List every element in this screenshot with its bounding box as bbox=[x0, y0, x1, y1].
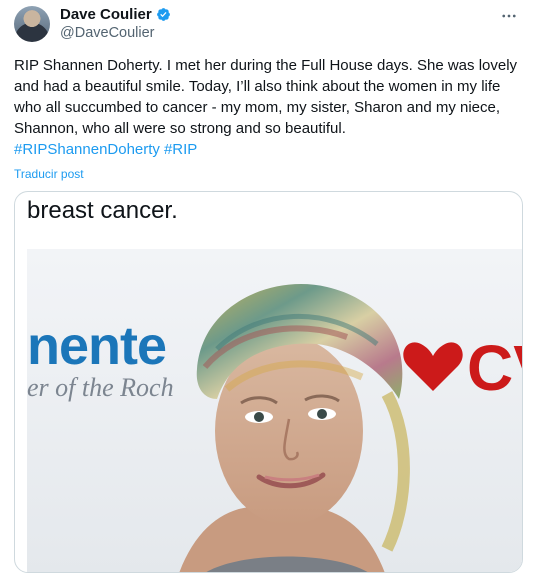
more-options-icon[interactable] bbox=[498, 6, 520, 26]
media-photo[interactable]: nente er of the Roch CV bbox=[27, 249, 522, 572]
heart-logo-icon bbox=[403, 342, 463, 391]
author-display-name[interactable]: Dave Coulier bbox=[60, 6, 152, 23]
tweet-body: RIP Shannen Doherty. I met her during th… bbox=[14, 57, 518, 137]
avatar[interactable] bbox=[14, 6, 50, 42]
media-caption: breast cancer. bbox=[27, 197, 178, 224]
verified-badge-icon bbox=[156, 8, 170, 21]
backdrop-sponsor-word: nente bbox=[27, 316, 167, 376]
backdrop-sponsor-subtitle: er of the Roch bbox=[27, 373, 174, 402]
author-handle[interactable]: @DaveCoulier bbox=[60, 25, 155, 41]
tweet-hashtags: #RIPShannenDoherty #RIP bbox=[14, 139, 529, 160]
backdrop-logo-text: CV bbox=[467, 332, 522, 404]
photo-illustration bbox=[27, 249, 522, 572]
hashtag-link[interactable]: #RIP bbox=[164, 141, 197, 158]
hashtag-link[interactable]: #RIPShannenDoherty bbox=[14, 141, 160, 158]
tweet-text: RIP Shannen Doherty. I met her during th… bbox=[14, 55, 529, 160]
media-card[interactable]: breast cancer. nente er of the Roch C bbox=[14, 191, 523, 573]
author-name-row: Dave Coulier bbox=[60, 6, 171, 23]
translate-post-link[interactable]: Traducir post bbox=[14, 167, 84, 181]
